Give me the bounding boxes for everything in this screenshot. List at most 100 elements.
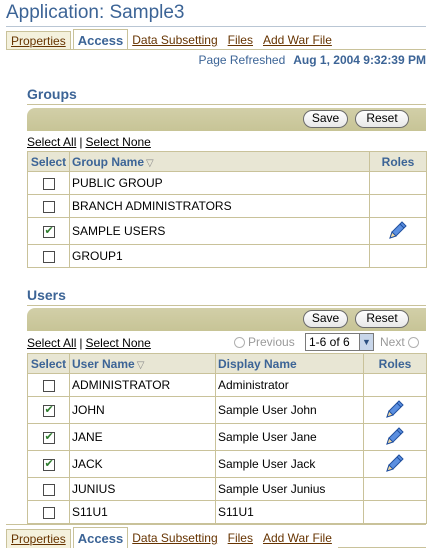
record-range-select[interactable]: 1-6 of 6 ▼ — [305, 333, 374, 351]
checkmark-icon: ✔ — [44, 457, 54, 470]
users-select-all-link[interactable]: Select All — [27, 336, 76, 350]
user-name-header[interactable]: User Name ▽ — [69, 353, 216, 374]
row-select-cell: ✔ — [27, 423, 70, 451]
previous-label: Previous — [248, 335, 295, 349]
row-select-cell — [27, 477, 70, 501]
sort-arrow-icon: ▽ — [136, 359, 145, 371]
next-link[interactable]: Next — [380, 335, 422, 349]
pencil-icon[interactable] — [384, 398, 406, 423]
users-heading-rule — [27, 305, 426, 306]
previous-icon — [234, 337, 245, 349]
user-name-header-label: User Name — [72, 356, 135, 371]
title-divider — [6, 26, 426, 27]
tab-data-subsetting[interactable]: Data Subsetting — [128, 31, 221, 50]
users-table: Select User Name ▽ Display Name Roles ADM… — [27, 353, 427, 524]
table-row: ADMINISTRATOR Administrator — [27, 373, 427, 397]
roles-cell — [363, 450, 427, 478]
groups-select-links: Select All | Select None — [27, 135, 151, 149]
groups-heading: Groups — [27, 86, 77, 102]
groups-select-none-link[interactable]: Select None — [85, 135, 150, 149]
users-link-separator: | — [79, 336, 83, 350]
row-checkbox[interactable]: ✔ — [42, 225, 55, 238]
roles-cell — [363, 373, 427, 397]
users-heading: Users — [27, 287, 66, 303]
display-name-header[interactable]: Display Name — [215, 353, 364, 374]
table-row: ✔ JACK Sample User Jack — [27, 450, 427, 478]
user-name-cell: JANE — [69, 423, 216, 451]
next-icon — [407, 337, 419, 349]
roles-cell — [369, 244, 427, 268]
row-checkbox[interactable] — [42, 177, 55, 190]
table-row: JUNIUS Sample User Junius — [27, 477, 427, 501]
row-select-cell: ✔ — [27, 217, 70, 245]
display-name-cell: S11U1 — [215, 500, 364, 524]
users-select-none-link[interactable]: Select None — [85, 336, 150, 350]
record-range-value: 1-6 of 6 — [309, 335, 350, 349]
tab-bar-fill — [337, 547, 426, 548]
display-name-cell: Sample User John — [215, 396, 364, 424]
checkmark-icon: ✔ — [44, 430, 54, 443]
table-row: ✔ JANE Sample User Jane — [27, 423, 427, 451]
user-name-cell: S11U1 — [69, 500, 216, 524]
roles-cell — [369, 171, 427, 195]
tab-data-subsetting[interactable]: Data Subsetting — [128, 529, 221, 548]
tab-files[interactable]: Files — [224, 31, 257, 50]
tab-access[interactable]: Access — [72, 527, 129, 548]
row-select-cell — [27, 171, 70, 195]
row-checkbox[interactable] — [42, 379, 55, 392]
tab-access[interactable]: Access — [72, 29, 129, 50]
checkmark-icon: ✔ — [44, 403, 54, 416]
groups-select-header: Select — [27, 151, 70, 172]
display-name-cell: Sample User Junius — [215, 477, 364, 501]
groups-select-all-link[interactable]: Select All — [27, 135, 76, 149]
roles-cell — [369, 194, 427, 218]
tab-properties[interactable]: Properties — [6, 529, 71, 548]
row-checkbox[interactable] — [42, 200, 55, 213]
user-name-cell: JOHN — [69, 396, 216, 424]
roles-cell — [363, 500, 427, 524]
pencil-icon[interactable] — [384, 425, 406, 450]
groups-heading-rule — [27, 104, 426, 105]
group-name-cell: PUBLIC GROUP — [69, 171, 370, 195]
groups-link-separator: | — [79, 135, 83, 149]
page-title: Application: Sample3 — [6, 2, 185, 23]
row-checkbox[interactable] — [42, 483, 55, 496]
table-row: PUBLIC GROUP — [27, 171, 427, 195]
groups-save-button[interactable]: Save — [303, 110, 348, 128]
user-name-cell: ADMINISTRATOR — [69, 373, 216, 397]
groups-reset-button[interactable]: Reset — [355, 110, 409, 128]
roles-cell — [363, 477, 427, 501]
chevron-down-icon: ▼ — [359, 334, 373, 350]
row-checkbox[interactable]: ✔ — [42, 403, 55, 417]
previous-link[interactable]: Previous — [231, 335, 295, 349]
users-reset-button[interactable]: Reset — [355, 310, 409, 328]
user-name-cell: JUNIUS — [69, 477, 216, 501]
table-row: ✔ JOHN Sample User John — [27, 396, 427, 424]
pencil-icon[interactable] — [384, 452, 406, 477]
tab-add-war-file[interactable]: Add War File — [259, 529, 336, 548]
tab-properties[interactable]: Properties — [6, 31, 71, 50]
group-name-header[interactable]: Group Name ▽ — [69, 151, 370, 172]
tab-files[interactable]: Files — [224, 529, 257, 548]
row-checkbox[interactable]: ✔ — [42, 457, 55, 471]
page-refreshed-status: Page Refreshed Aug 1, 2004 9:32:39 PM — [199, 53, 426, 67]
pencil-icon[interactable] — [387, 219, 409, 244]
row-checkbox[interactable]: ✔ — [42, 430, 55, 444]
table-row: ✔ SAMPLE USERS — [27, 217, 427, 245]
display-name-cell: Sample User Jane — [215, 423, 364, 451]
table-row: BRANCH ADMINISTRATORS — [27, 194, 427, 218]
users-save-button[interactable]: Save — [303, 310, 348, 328]
sort-arrow-icon: ▽ — [146, 157, 154, 169]
tab-overline-bottom — [6, 524, 426, 525]
tab-bar-top: Properties Access Data Subsetting Files … — [6, 28, 426, 50]
tab-add-war-file[interactable]: Add War File — [259, 31, 336, 50]
page-refreshed-timestamp: Aug 1, 2004 9:32:39 PM — [293, 53, 426, 67]
user-name-cell: JACK — [69, 450, 216, 478]
users-control-bar: Save Reset — [27, 308, 426, 331]
row-checkbox[interactable] — [42, 506, 55, 519]
table-row: GROUP1 — [27, 244, 427, 268]
tab-bar-bottom: Properties Access Data Subsetting Files … — [6, 526, 426, 548]
group-name-cell: BRANCH ADMINISTRATORS — [69, 194, 370, 218]
row-checkbox[interactable] — [42, 250, 55, 263]
row-select-cell: ✔ — [27, 396, 70, 424]
